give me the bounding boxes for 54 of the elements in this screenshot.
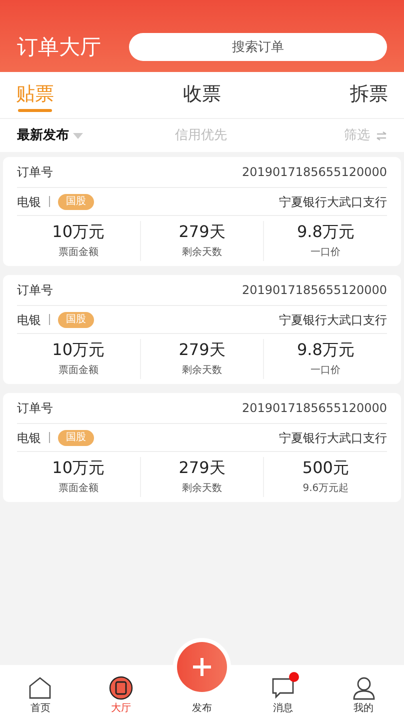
order-label: 订单号 xyxy=(17,400,53,417)
order-label: 订单号 xyxy=(17,282,53,299)
order-number: 2019017185655120000 xyxy=(242,400,387,417)
tab[interactable]: 拆票 xyxy=(350,82,388,112)
nav-item[interactable]: 首页 xyxy=(30,702,50,716)
bank-name: 宁夏银行大武口支行 xyxy=(279,194,387,210)
order-card[interactable]: 订单号 2019017185655120000 电银 国股 宁夏银行大武口支行 10万元 票面金额 279天 剩余天数 9.8万元 一口价 xyxy=(3,157,401,266)
stat-label: 剩余天数 xyxy=(182,246,222,260)
order-number: 2019017185655120000 xyxy=(242,282,387,299)
page-title: 订单大厅 xyxy=(17,34,101,61)
stat-value: 9.8万元 xyxy=(296,339,354,361)
nav-item[interactable]: 消息 xyxy=(272,702,293,716)
bill-type: 电银 xyxy=(17,430,41,446)
stat-value: 10万元 xyxy=(52,339,105,361)
stat-label: 剩余天数 xyxy=(182,364,222,378)
nav-item[interactable]: 我的 xyxy=(354,702,374,716)
bill-type: 电银 xyxy=(17,312,41,328)
person-icon xyxy=(352,676,376,700)
nav-item[interactable]: 发布 xyxy=(192,702,212,716)
caret-icon xyxy=(73,132,83,138)
order-number: 2019017185655120000 xyxy=(242,164,387,181)
house-icon xyxy=(28,676,52,700)
order-label: 订单号 xyxy=(17,164,53,181)
bank-name: 宁夏银行大武口支行 xyxy=(279,430,387,446)
nav-item[interactable]: 大厅 xyxy=(111,702,132,716)
filter-icon xyxy=(376,130,387,140)
stat-label: 票面金额 xyxy=(58,364,98,378)
speech-bubble-icon xyxy=(270,676,295,700)
bank-tag: 国股 xyxy=(58,430,94,446)
bank-tag: 国股 xyxy=(58,194,94,210)
stat-value: 10万元 xyxy=(52,221,105,243)
stat-label: 一口价 xyxy=(310,246,341,260)
stat-label: 票面金额 xyxy=(58,482,98,496)
stat-label: 9.6万元起 xyxy=(302,482,349,496)
publish-button[interactable] xyxy=(176,642,227,692)
bank-name: 宁夏银行大武口支行 xyxy=(279,312,387,328)
stat-value: 279天 xyxy=(178,457,226,479)
stat-label: 剩余天数 xyxy=(182,482,222,496)
tab[interactable]: 收票 xyxy=(183,82,221,112)
stat-value: 279天 xyxy=(178,221,226,243)
sort-option[interactable]: 最新发布 xyxy=(17,126,69,146)
stat-value: 9.8万元 xyxy=(296,221,354,243)
stat-value: 279天 xyxy=(178,339,226,361)
plus-icon xyxy=(192,657,212,677)
search-field[interactable]: 搜索订单 xyxy=(129,33,387,61)
tablet-icon xyxy=(109,676,134,700)
stat-value: 500元 xyxy=(302,457,349,479)
stat-label: 票面金额 xyxy=(58,246,98,260)
stat-label: 一口价 xyxy=(310,364,341,378)
bill-type: 电银 xyxy=(17,194,41,210)
order-card[interactable]: 订单号 2019017185655120000 电银 国股 宁夏银行大武口支行 10万元 票面金额 279天 剩余天数 9.8万元 一口价 xyxy=(3,275,401,384)
order-card[interactable]: 订单号 2019017185655120000 电银 国股 宁夏银行大武口支行 10万元 票面金额 279天 剩余天数 500元 9.6万元起 xyxy=(3,393,401,502)
stat-value: 10万元 xyxy=(52,457,105,479)
bank-tag: 国股 xyxy=(58,312,94,328)
